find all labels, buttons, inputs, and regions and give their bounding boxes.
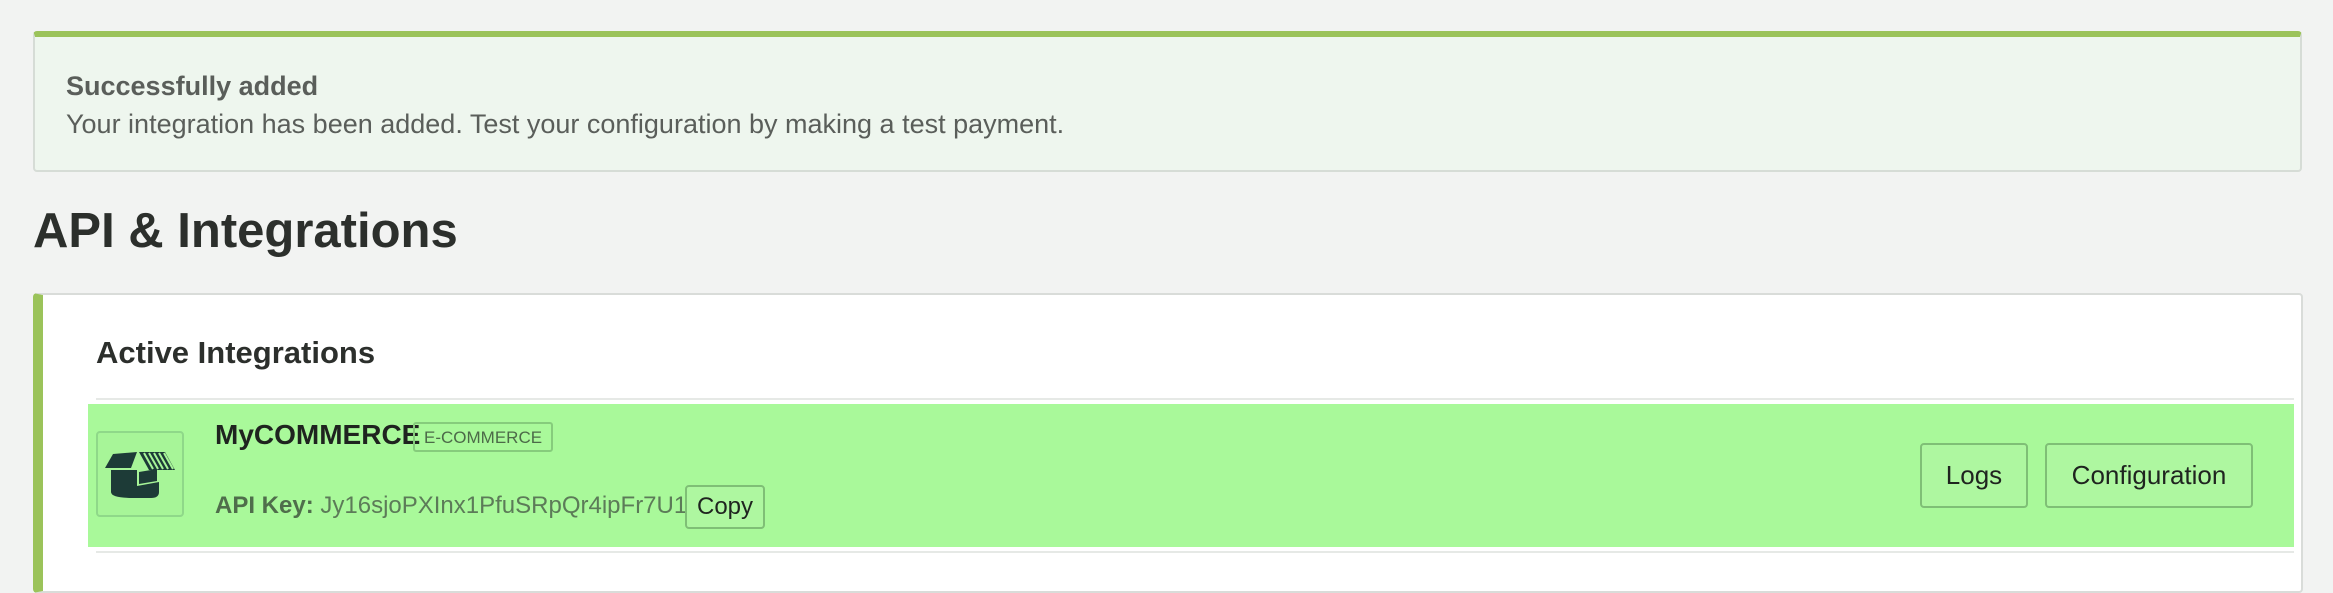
active-integrations-heading: Active Integrations: [96, 335, 376, 370]
open-box-icon: [105, 452, 175, 498]
category-badge: E-COMMERCE: [413, 422, 554, 452]
api-key-value: Jy16sjoPXInx1PfuSRpQr4ipFr7U1D: [320, 492, 705, 519]
api-key-label: API Key:: [215, 492, 314, 519]
integration-logo: [96, 431, 184, 517]
alert-title: Successfully added: [66, 71, 319, 101]
alert-message: Your integration has been added. Test yo…: [66, 109, 1065, 139]
success-alert: Successfully added Your integration has …: [33, 31, 2302, 172]
divider: [96, 398, 2294, 400]
api-key-line: API Key: Jy16sjoPXInx1PfuSRpQr4ipFr7U1D: [215, 492, 705, 520]
active-integrations-card: Active Integrations MyCOMMERCE E-COMMERC…: [33, 293, 2303, 593]
integration-name: MyCOMMERCE: [215, 419, 421, 450]
divider: [96, 551, 2294, 553]
copy-api-key-button[interactable]: Copy: [685, 485, 766, 529]
logs-button[interactable]: Logs: [1920, 443, 2028, 508]
page-title: API & Integrations: [33, 204, 458, 258]
integration-row: MyCOMMERCE E-COMMERCE API Key: Jy16sjoPX…: [88, 404, 2294, 547]
configuration-button[interactable]: Configuration: [2045, 443, 2253, 508]
